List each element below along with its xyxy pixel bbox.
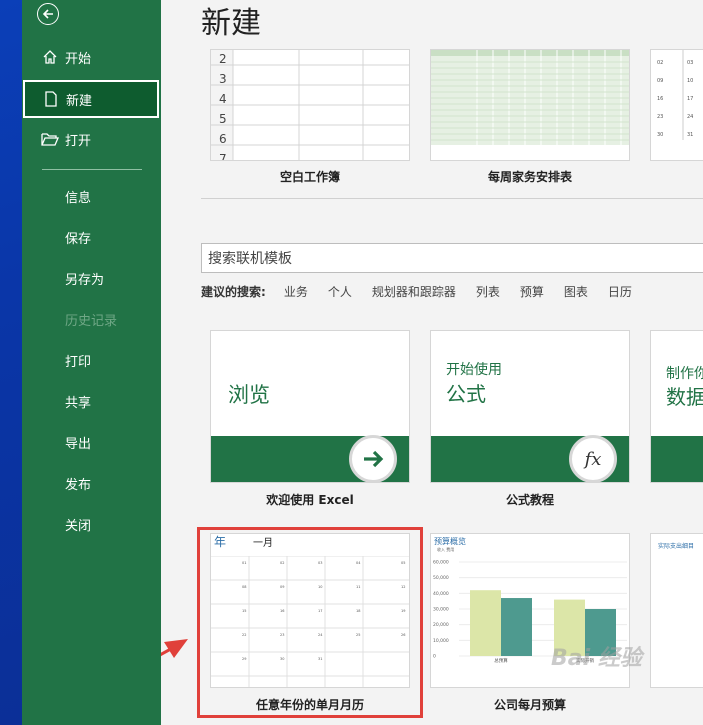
banner-title: 公式 — [446, 382, 486, 406]
sidebar-item-label: 保存 — [65, 231, 92, 247]
svg-text:02: 02 — [657, 60, 663, 66]
banner-title: 浏览 — [228, 383, 270, 407]
y-tick-label: 20,000 — [433, 622, 449, 628]
svg-text:24: 24 — [687, 114, 693, 120]
back-arrow-icon[interactable] — [37, 3, 59, 25]
sidebar-item-info[interactable]: 信息 — [22, 177, 161, 215]
svg-text:16: 16 — [657, 96, 663, 102]
highlight-box — [197, 527, 423, 718]
blank-sheet-grid — [211, 50, 409, 160]
backstage-sidebar: 开始 新建 打开 信息 保存 另存为 历史记录 打印 共享 导出 发布 关闭 — [22, 0, 161, 725]
suggestion-link[interactable]: 业务 — [284, 283, 308, 300]
sidebar-item-print[interactable]: 打印 — [22, 341, 161, 379]
calendar-thumbnail: 02 03 09 10 16 17 23 24 30 31 — [657, 50, 693, 140]
template-label: 空白工作簿 — [279, 170, 340, 184]
sidebar-item-label: 打印 — [65, 354, 92, 370]
fx-icon: fx — [569, 435, 617, 482]
y-tick-label: 60,000 — [433, 560, 449, 566]
y-tick-label: 40,000 — [433, 591, 449, 597]
sidebar-item-publish[interactable]: 发布 — [22, 464, 161, 502]
sidebar-item-share[interactable]: 共享 — [22, 382, 161, 420]
svg-text:23: 23 — [657, 114, 663, 120]
search-input[interactable]: 搜索联机模板 — [201, 243, 703, 273]
banner-band — [651, 436, 703, 482]
sidebar-item-save[interactable]: 保存 — [22, 218, 161, 256]
banner-title: 数据 — [666, 385, 703, 409]
y-tick-label: 50,000 — [433, 575, 449, 581]
y-tick-label: 10,000 — [433, 638, 449, 644]
sidebar-item-label: 历史记录 — [65, 313, 118, 329]
sidebar-item-label: 导出 — [65, 436, 92, 452]
sidebar-item-label: 新建 — [66, 93, 93, 109]
expense-title: 实际支出细目 — [658, 543, 695, 550]
sidebar-item-label: 打开 — [65, 133, 92, 149]
sidebar-item-new[interactable]: 新建 — [23, 80, 159, 118]
template-label: 公式教程 — [505, 493, 554, 507]
template-label: 公司每月预算 — [493, 698, 566, 712]
new-file-icon — [42, 90, 60, 108]
y-tick-label: 30,000 — [433, 607, 449, 613]
chores-thumbnail — [431, 50, 629, 160]
suggested-searches: 建议的搜索: 业务 个人 规划器和跟踪器 列表 预算 图表 日历 — [201, 283, 652, 300]
new-pane: 新建 2 3 4 5 6 7 空白工作簿 每周家务安排表 02 03 09 10… — [161, 0, 703, 725]
template-welcome-excel[interactable]: 浏览 — [210, 330, 410, 483]
suggested-heading: 建议的搜索: — [201, 285, 266, 299]
budget-bar — [470, 590, 501, 656]
watermark: Bai 经验 — [551, 646, 642, 671]
template-data-partial[interactable]: 制作你 数据 — [650, 330, 703, 483]
template-weekly-chores[interactable] — [430, 49, 630, 161]
svg-text:03: 03 — [687, 60, 693, 66]
sidebar-divider — [42, 169, 142, 170]
sidebar-item-export[interactable]: 导出 — [22, 423, 161, 461]
suggestion-link[interactable]: 规划器和跟踪器 — [372, 283, 456, 300]
sidebar-item-open[interactable]: 打开 — [22, 120, 161, 158]
sidebar-item-label: 发布 — [65, 477, 92, 493]
arrow-right-icon — [349, 435, 397, 482]
sidebar-item-home[interactable]: 开始 — [22, 38, 161, 76]
template-label: 每周家务安排表 — [487, 170, 572, 184]
suggestion-link[interactable]: 图表 — [564, 283, 588, 300]
desktop-edge — [0, 0, 22, 725]
sidebar-item-save-as[interactable]: 另存为 — [22, 259, 161, 297]
svg-text:31: 31 — [687, 132, 693, 138]
svg-text:30: 30 — [657, 132, 663, 138]
home-icon — [41, 48, 59, 66]
svg-text:09: 09 — [657, 78, 663, 84]
banner-subtitle: 开始使用 — [446, 362, 502, 378]
row-numbers: 2 3 4 5 6 7 — [219, 52, 227, 161]
sidebar-item-label: 共享 — [65, 395, 92, 411]
sidebar-item-label: 开始 — [65, 51, 92, 67]
budget-bar — [501, 598, 532, 656]
suggestion-link[interactable]: 列表 — [476, 283, 500, 300]
sidebar-item-label: 信息 — [65, 190, 92, 206]
template-calendar-partial[interactable]: 02 03 09 10 16 17 23 24 30 31 — [650, 49, 703, 161]
template-formula-tutorial[interactable]: 开始使用 公式 fx — [430, 330, 630, 483]
suggestion-link[interactable]: 个人 — [328, 283, 352, 300]
page-title: 新建 — [201, 6, 261, 41]
annotation-arrow — [161, 639, 188, 658]
banner-subtitle: 制作你 — [666, 366, 703, 382]
svg-text:10: 10 — [687, 78, 693, 84]
sidebar-item-history: 历史记录 — [22, 300, 161, 338]
template-label: 欢迎使用 Excel — [266, 493, 354, 507]
template-expense-partial[interactable]: 实际支出细目 — [650, 533, 703, 688]
suggestion-link[interactable]: 预算 — [520, 283, 544, 300]
sidebar-item-label: 关闭 — [65, 518, 92, 534]
svg-text:17: 17 — [687, 96, 693, 102]
sidebar-item-close[interactable]: 关闭 — [22, 505, 161, 543]
template-blank-workbook[interactable]: 2 3 4 5 6 7 — [210, 49, 410, 161]
sidebar-item-label: 另存为 — [65, 272, 105, 288]
section-divider — [201, 198, 703, 199]
suggestion-link[interactable]: 日历 — [608, 283, 632, 300]
folder-open-icon — [41, 130, 59, 148]
x-category-label: 总预算 — [494, 657, 508, 664]
search-placeholder: 搜索联机模板 — [208, 251, 292, 267]
y-tick-label: 0 — [433, 654, 436, 660]
